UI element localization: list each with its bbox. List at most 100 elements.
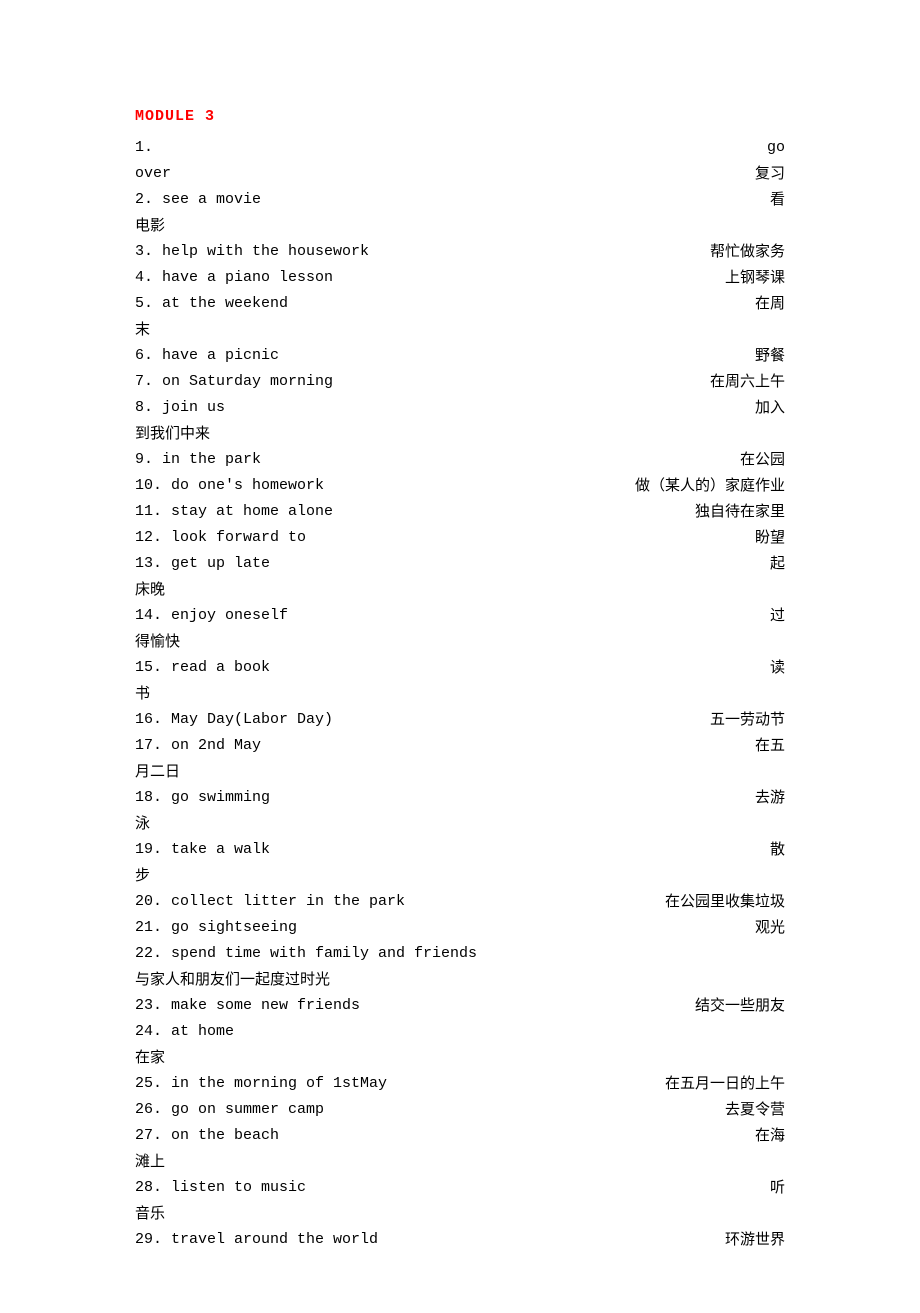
english-term: 22. spend time with family and friends <box>135 941 477 967</box>
vocab-entry: 17. on 2nd May 在五 <box>135 733 785 759</box>
chinese-continuation: 到我们中来 <box>135 421 785 447</box>
chinese-translation: 去游 <box>755 785 785 811</box>
chinese-continuation: 床晚 <box>135 577 785 603</box>
chinese-translation: 在公园 <box>740 447 785 473</box>
english-term: 10. do one's homework <box>135 473 324 499</box>
chinese-translation: 散 <box>770 837 785 863</box>
chinese-continuation: 电影 <box>135 213 785 239</box>
chinese-translation: 环游世界 <box>725 1227 785 1253</box>
english-term: 12. look forward to <box>135 525 306 551</box>
english-term: 20. collect litter in the park <box>135 889 405 915</box>
english-term: 21. go sightseeing <box>135 915 297 941</box>
english-term: 28. listen to music <box>135 1175 306 1201</box>
vocab-entry: 20. collect litter in the park 在公园里收集垃圾 <box>135 889 785 915</box>
english-term: 6. have a picnic <box>135 343 279 369</box>
vocab-entry: 23. make some new friends 结交一些朋友 <box>135 993 785 1019</box>
vocab-entry: 10. do one's homework 做（某人的）家庭作业 <box>135 473 785 499</box>
document-page: MODULE 3 1. goover复习2. see a movie看电影3. … <box>0 0 920 1313</box>
vocab-entry: 27. on the beach 在海 <box>135 1123 785 1149</box>
vocab-entry: 19. take a walk 散 <box>135 837 785 863</box>
english-term: 16. May Day(Labor Day) <box>135 707 333 733</box>
chinese-translation: 盼望 <box>755 525 785 551</box>
chinese-continuation: 书 <box>135 681 785 707</box>
chinese-translation: 在周 <box>755 291 785 317</box>
chinese-translation: 野餐 <box>755 343 785 369</box>
vocab-entry: 11. stay at home alone 独自待在家里 <box>135 499 785 525</box>
vocabulary-list: 1. goover复习2. see a movie看电影3. help with… <box>135 135 785 1253</box>
vocab-entry: 6. have a picnic 野餐 <box>135 343 785 369</box>
chinese-translation: 在周六上午 <box>710 369 785 395</box>
vocab-entry-continuation: over 复习 <box>135 161 785 187</box>
chinese-translation: 上钢琴课 <box>725 265 785 291</box>
vocab-entry: 8. join us 加入 <box>135 395 785 421</box>
chinese-translation: 在五月一日的上午 <box>665 1071 785 1097</box>
english-term: 2. see a movie <box>135 187 261 213</box>
vocab-entry: 4. have a piano lesson 上钢琴课 <box>135 265 785 291</box>
vocab-entry: 15. read a book 读 <box>135 655 785 681</box>
english-term: 11. stay at home alone <box>135 499 333 525</box>
vocab-entry: 25. in the morning of 1stMay 在五月一日的上午 <box>135 1071 785 1097</box>
chinese-translation: 在公园里收集垃圾 <box>665 889 785 915</box>
chinese-continuation: 月二日 <box>135 759 785 785</box>
english-term: 4. have a piano lesson <box>135 265 333 291</box>
chinese-translation: 复习 <box>755 161 785 187</box>
chinese-translation: 看 <box>770 187 785 213</box>
chinese-translation: 观光 <box>755 915 785 941</box>
english-term: 17. on 2nd May <box>135 733 261 759</box>
english-term: 5. at the weekend <box>135 291 288 317</box>
english-fragment: go <box>767 135 785 161</box>
vocab-entry: 2. see a movie 看 <box>135 187 785 213</box>
chinese-continuation: 音乐 <box>135 1201 785 1227</box>
vocab-entry: 9. in the park 在公园 <box>135 447 785 473</box>
vocab-entry: 1. go <box>135 135 785 161</box>
chinese-translation: 加入 <box>755 395 785 421</box>
chinese-continuation: 在家 <box>135 1045 785 1071</box>
english-term: 18. go swimming <box>135 785 270 811</box>
english-term: 13. get up late <box>135 551 270 577</box>
chinese-continuation: 与家人和朋友们一起度过时光 <box>135 967 785 993</box>
english-term: 1. <box>135 135 162 161</box>
english-fragment: over <box>135 161 171 187</box>
chinese-translation: 独自待在家里 <box>695 499 785 525</box>
vocab-entry: 7. on Saturday morning 在周六上午 <box>135 369 785 395</box>
english-term: 27. on the beach <box>135 1123 279 1149</box>
vocab-entry: 26. go on summer camp 去夏令营 <box>135 1097 785 1123</box>
english-term: 23. make some new friends <box>135 993 360 1019</box>
chinese-translation: 帮忙做家务 <box>710 239 785 265</box>
vocab-entry: 21. go sightseeing 观光 <box>135 915 785 941</box>
chinese-translation: 结交一些朋友 <box>695 993 785 1019</box>
vocab-entry: 22. spend time with family and friends <box>135 941 785 967</box>
vocab-entry: 18. go swimming 去游 <box>135 785 785 811</box>
chinese-continuation: 得愉快 <box>135 629 785 655</box>
english-term: 26. go on summer camp <box>135 1097 324 1123</box>
vocab-entry: 28. listen to music听 <box>135 1175 785 1201</box>
chinese-translation: 做（某人的）家庭作业 <box>635 473 785 499</box>
vocab-entry: 16. May Day(Labor Day)五一劳动节 <box>135 707 785 733</box>
english-term: 3. help with the housework <box>135 239 369 265</box>
chinese-translation: 读 <box>770 655 785 681</box>
vocab-entry: 24. at home <box>135 1019 785 1045</box>
english-term: 8. join us <box>135 395 225 421</box>
chinese-continuation: 泳 <box>135 811 785 837</box>
vocab-entry: 14. enjoy oneself 过 <box>135 603 785 629</box>
chinese-translation: 在海 <box>755 1123 785 1149</box>
chinese-translation: 去夏令营 <box>725 1097 785 1123</box>
chinese-translation: 过 <box>770 603 785 629</box>
chinese-continuation: 滩上 <box>135 1149 785 1175</box>
english-term: 7. on Saturday morning <box>135 369 333 395</box>
chinese-translation: 在五 <box>755 733 785 759</box>
english-term: 15. read a book <box>135 655 270 681</box>
english-term: 25. in the morning of 1stMay <box>135 1071 387 1097</box>
vocab-entry: 29. travel around the world环游世界 <box>135 1227 785 1253</box>
english-term: 14. enjoy oneself <box>135 603 288 629</box>
english-term: 9. in the park <box>135 447 261 473</box>
chinese-continuation: 末 <box>135 317 785 343</box>
chinese-translation: 起 <box>770 551 785 577</box>
vocab-entry: 13. get up late 起 <box>135 551 785 577</box>
english-term: 19. take a walk <box>135 837 270 863</box>
english-term: 24. at home <box>135 1019 234 1045</box>
module-title: MODULE 3 <box>135 108 785 125</box>
vocab-entry: 5. at the weekend 在周 <box>135 291 785 317</box>
vocab-entry: 12. look forward to 盼望 <box>135 525 785 551</box>
vocab-entry: 3. help with the housework 帮忙做家务 <box>135 239 785 265</box>
